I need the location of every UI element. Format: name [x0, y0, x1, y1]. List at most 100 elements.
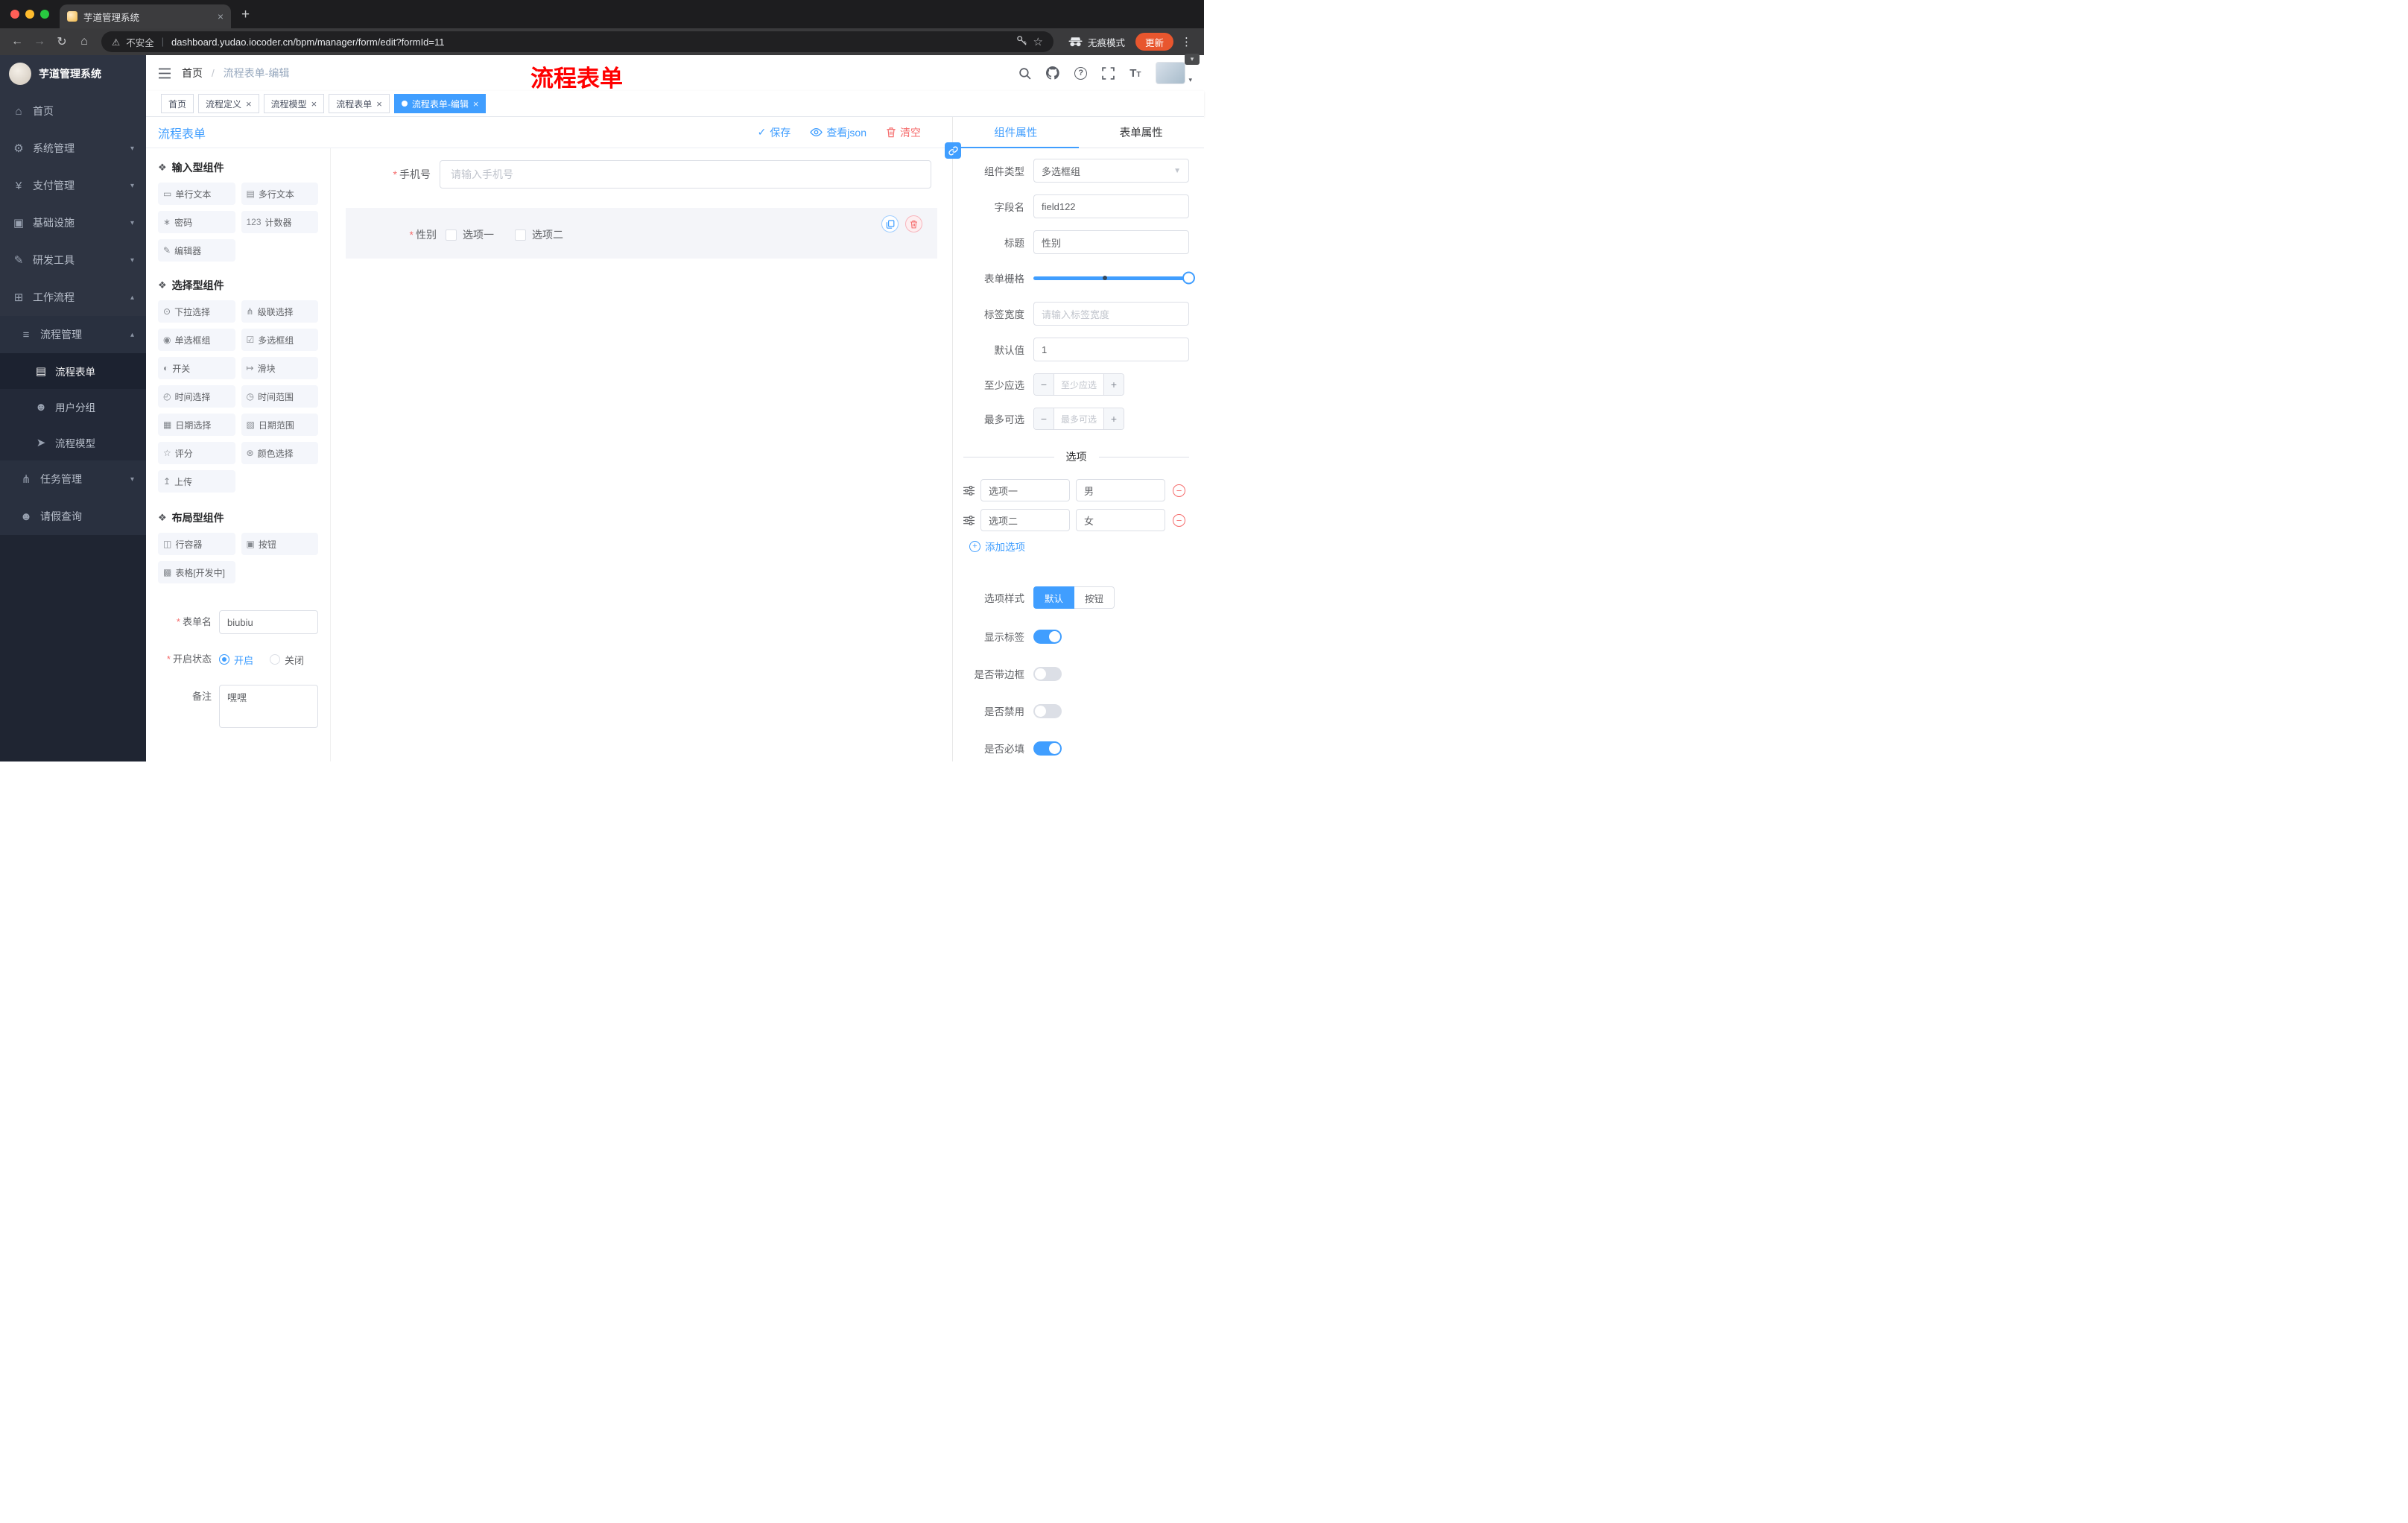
- props-tab-表单属性[interactable]: 表单属性: [1079, 117, 1205, 148]
- sidebar-item-研发工具[interactable]: ✎ 研发工具 ▾: [0, 241, 146, 279]
- new-tab-button[interactable]: +: [241, 7, 250, 23]
- sidebar-item-工作流程[interactable]: ⊞ 工作流程 ▴: [0, 279, 146, 316]
- remove-option-icon[interactable]: −: [1173, 513, 1185, 527]
- option-style-按钮[interactable]: 按钮: [1074, 586, 1115, 609]
- slider-handle[interactable]: [1182, 271, 1195, 285]
- palette-item-计数器[interactable]: 123 计数器: [241, 211, 318, 233]
- hamburger-icon[interactable]: [158, 68, 171, 79]
- min-select-input[interactable]: 至少应选: [1054, 374, 1104, 395]
- back-icon[interactable]: ←: [7, 35, 27, 48]
- canvas-field-gender-selected[interactable]: 性别 选项一 选项二: [346, 208, 937, 259]
- home-icon[interactable]: ⌂: [75, 35, 94, 48]
- tag-流程表单-编辑[interactable]: 流程表单-编辑 ×: [393, 94, 487, 113]
- sidebar-item-用户分组[interactable]: ☻ 用户分组: [0, 389, 146, 425]
- reload-icon[interactable]: ↻: [52, 34, 72, 49]
- canvas-checkbox-选项一[interactable]: 选项一: [446, 227, 494, 242]
- sidebar-item-流程模型[interactable]: ➤ 流程模型: [0, 425, 146, 460]
- label-width-input[interactable]: 请输入标签宽度: [1033, 302, 1189, 326]
- sidebar-item-流程管理[interactable]: ≡ 流程管理 ▴: [0, 316, 146, 353]
- tag-首页[interactable]: 首页: [161, 94, 194, 113]
- option-value-input[interactable]: 女: [1076, 509, 1165, 531]
- sidebar-item-请假查询[interactable]: ☻ 请假查询: [0, 498, 146, 535]
- view-json-button[interactable]: 查看json: [810, 125, 866, 140]
- browser-tab[interactable]: 芋道管理系统 ×: [60, 4, 231, 28]
- palette-item-行容器[interactable]: ◫ 行容器: [158, 533, 235, 555]
- grid-slider[interactable]: [1033, 266, 1195, 290]
- drag-handle-icon[interactable]: [963, 485, 975, 495]
- tag-close-icon[interactable]: ×: [246, 98, 252, 110]
- fullscreen-icon[interactable]: [1102, 66, 1115, 80]
- kebab-menu-icon[interactable]: ⋮: [1181, 35, 1192, 48]
- palette-item-表格[开发中][interactable]: ▩ 表格[开发中]: [158, 561, 235, 583]
- toggle-显示标签[interactable]: [1033, 629, 1062, 644]
- status-radio-关闭[interactable]: 关闭: [270, 653, 304, 667]
- browser-dropdown-chevron[interactable]: ▾: [1185, 54, 1200, 65]
- tag-流程表单[interactable]: 流程表单 ×: [329, 94, 390, 113]
- delete-widget-button[interactable]: [905, 215, 922, 232]
- add-option-button[interactable]: + 添加选项: [969, 539, 1189, 554]
- address-bar[interactable]: ⚠ 不安全 | dashboard.yudao.iocoder.cn/bpm/m…: [101, 31, 1054, 52]
- toggle-是否带边框[interactable]: [1033, 666, 1062, 681]
- toggle-是否必填[interactable]: [1033, 741, 1062, 756]
- form-name-input[interactable]: biubiu: [219, 610, 318, 634]
- sidebar-item-首页[interactable]: ⌂ 首页: [0, 92, 146, 130]
- tab-close-icon[interactable]: ×: [218, 10, 224, 22]
- font-size-icon[interactable]: TT: [1129, 67, 1141, 80]
- github-icon[interactable]: [1046, 66, 1059, 80]
- sidebar-item-基础设施[interactable]: ▣ 基础设施 ▾: [0, 204, 146, 241]
- canvas-checkbox-选项二[interactable]: 选项二: [515, 227, 563, 242]
- sidebar-logo[interactable]: 芋道管理系统: [0, 55, 146, 92]
- sidebar-item-任务管理[interactable]: ⋔ 任务管理 ▾: [0, 460, 146, 498]
- palette-item-时间范围[interactable]: ◷ 时间范围: [241, 385, 318, 408]
- palette-item-单选框组[interactable]: ◉ 单选框组: [158, 329, 235, 351]
- palette-item-颜色选择[interactable]: ⊛ 颜色选择: [241, 442, 318, 464]
- tag-close-icon[interactable]: ×: [473, 98, 479, 110]
- props-tab-组件属性[interactable]: 组件属性: [953, 117, 1079, 148]
- slider-track[interactable]: [1033, 271, 1195, 285]
- drag-handle-icon[interactable]: [963, 515, 975, 525]
- palette-item-滑块[interactable]: ↦ 滑块: [241, 357, 318, 379]
- star-icon[interactable]: ☆: [1033, 35, 1043, 48]
- max-select-input[interactable]: 最多可选: [1054, 408, 1104, 429]
- plus-button[interactable]: +: [1104, 374, 1124, 395]
- update-button[interactable]: 更新: [1135, 33, 1173, 51]
- default-value-input[interactable]: 1: [1033, 338, 1189, 361]
- tag-流程模型[interactable]: 流程模型 ×: [263, 94, 325, 113]
- tag-close-icon[interactable]: ×: [311, 98, 317, 110]
- user-menu[interactable]: ▾: [1156, 62, 1192, 84]
- close-window-button[interactable]: [10, 10, 19, 19]
- tag-流程定义[interactable]: 流程定义 ×: [198, 94, 259, 113]
- search-icon[interactable]: [1018, 67, 1031, 80]
- palette-item-按钮[interactable]: ▣ 按钮: [241, 533, 318, 555]
- palette-item-开关[interactable]: ◐ 开关: [158, 357, 235, 379]
- toggle-是否禁用[interactable]: [1033, 703, 1062, 718]
- zoom-window-button[interactable]: [40, 10, 49, 19]
- tag-close-icon[interactable]: ×: [376, 98, 382, 110]
- palette-item-上传[interactable]: ↥ 上传: [158, 470, 235, 493]
- palette-item-编辑器[interactable]: ✎ 编辑器: [158, 239, 235, 262]
- palette-item-密码[interactable]: ∗ 密码: [158, 211, 235, 233]
- status-radio-开启[interactable]: 开启: [219, 653, 253, 667]
- palette-item-时间选择[interactable]: ◴ 时间选择: [158, 385, 235, 408]
- help-icon[interactable]: ?: [1074, 66, 1088, 80]
- palette-item-日期范围[interactable]: ▧ 日期范围: [241, 414, 318, 436]
- palette-item-下拉选择[interactable]: ⊙ 下拉选择: [158, 300, 235, 323]
- minus-button[interactable]: −: [1034, 408, 1054, 429]
- palette-item-日期选择[interactable]: ▦ 日期选择: [158, 414, 235, 436]
- key-icon[interactable]: [1016, 35, 1027, 48]
- option-style-默认[interactable]: 默认: [1033, 586, 1075, 609]
- copy-widget-button[interactable]: [881, 215, 899, 232]
- component-type-select[interactable]: 多选框组 ▼: [1033, 159, 1189, 183]
- plus-button[interactable]: +: [1104, 408, 1124, 429]
- palette-item-单行文本[interactable]: ▭ 单行文本: [158, 183, 235, 205]
- minimize-window-button[interactable]: [25, 10, 34, 19]
- link-badge[interactable]: [945, 142, 961, 159]
- option-label-input[interactable]: 选项二: [980, 509, 1070, 531]
- sidebar-item-流程表单[interactable]: ▤ 流程表单: [0, 353, 146, 389]
- minus-button[interactable]: −: [1034, 374, 1054, 395]
- remove-option-icon[interactable]: −: [1173, 484, 1185, 497]
- palette-item-多行文本[interactable]: ▤ 多行文本: [241, 183, 318, 205]
- sidebar-item-支付管理[interactable]: ¥ 支付管理 ▾: [0, 167, 146, 204]
- palette-item-级联选择[interactable]: ⋔ 级联选择: [241, 300, 318, 323]
- canvas-field-phone[interactable]: 手机号 请输入手机号: [346, 160, 937, 189]
